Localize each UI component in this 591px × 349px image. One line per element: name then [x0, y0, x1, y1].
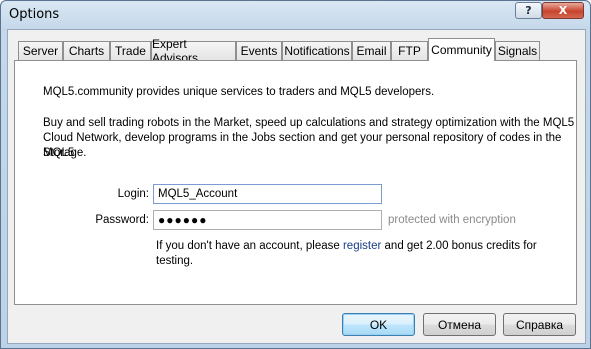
intro-text: MQL5.community provides unique services … — [43, 86, 435, 98]
tab-community[interactable]: Community — [428, 38, 495, 61]
help-button[interactable]: Справка — [503, 313, 576, 336]
password-field[interactable]: ●●●●●● — [153, 210, 382, 230]
tab-signals[interactable]: Signals — [495, 41, 540, 60]
login-field[interactable]: MQL5_Account — [153, 184, 382, 204]
tab-server[interactable]: Server — [18, 41, 63, 60]
options-dialog: Options ? X Server Charts Trade Expert A… — [0, 0, 591, 349]
cancel-button[interactable]: Отмена — [423, 313, 496, 336]
tab-trade[interactable]: Trade — [110, 41, 151, 60]
tab-charts[interactable]: Charts — [63, 41, 110, 60]
community-panel: MQL5.community provides unique services … — [14, 60, 577, 305]
password-hint: protected with encryption — [388, 214, 516, 226]
description-line-1: Buy and sell trading robots in the Marke… — [43, 117, 575, 129]
password-label: Password: — [95, 214, 149, 226]
description-line-2: Cloud Network, develop programs in the J… — [43, 132, 562, 159]
help-icon[interactable]: ? — [515, 2, 542, 19]
account-prompt: If you don't have an account, please reg… — [156, 239, 537, 254]
tab-expert-advisors[interactable]: Expert Advisors — [151, 37, 236, 65]
tab-events[interactable]: Events — [236, 41, 282, 60]
tab-notifications[interactable]: Notifications — [282, 41, 352, 60]
dialog-client-area: Server Charts Trade Expert Advisors Even… — [7, 29, 586, 344]
ok-button[interactable]: OK — [342, 313, 415, 336]
register-link[interactable]: register — [343, 240, 381, 252]
tab-email[interactable]: Email — [352, 41, 391, 60]
window-title: Options — [9, 7, 60, 22]
tab-ftp[interactable]: FTP — [391, 41, 428, 60]
account-prompt-suffix: and get 2.00 bonus credits for — [381, 240, 537, 252]
account-prompt-prefix: If you don't have an account, please — [156, 240, 343, 252]
description-line-3: Storage. — [43, 147, 87, 159]
title-bar[interactable]: Options ? X — [1, 1, 590, 29]
login-label: Login: — [117, 188, 149, 200]
account-prompt-line-2: testing. — [156, 255, 194, 267]
close-icon[interactable]: X — [542, 2, 584, 19]
